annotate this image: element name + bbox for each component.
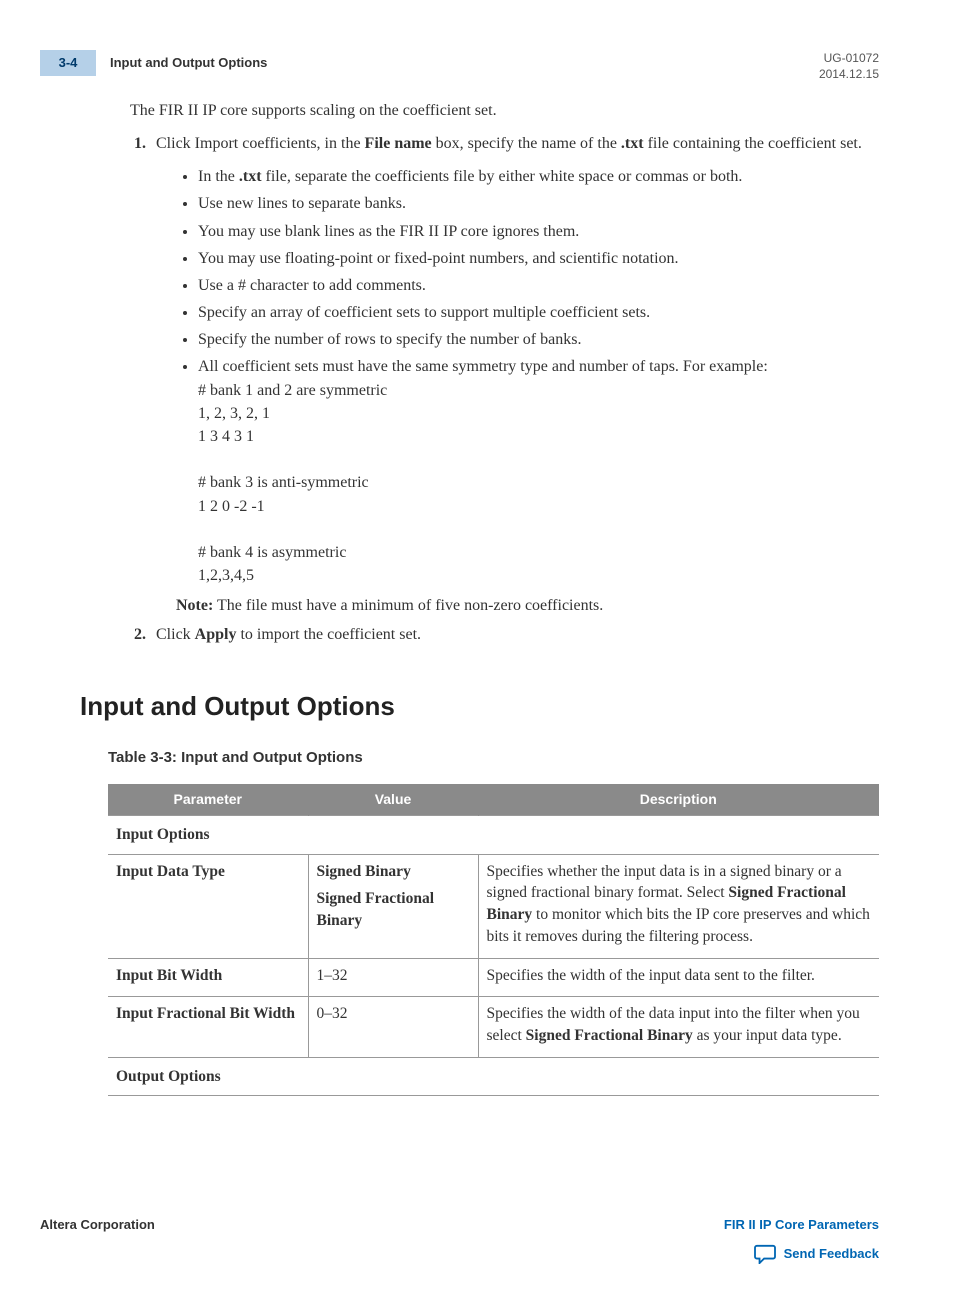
doc-date: 2014.12.15 — [819, 66, 879, 82]
b1-pre: In the — [198, 168, 239, 185]
param-input-bit-width: Input Bit Width — [108, 958, 308, 997]
note-line: Note: The file must have a minimum of fi… — [176, 595, 879, 617]
bullet-3: You may use blank lines as the FIR II IP… — [198, 220, 879, 243]
value-signed-binary: Signed Binary — [317, 861, 470, 883]
bullet-7: Specify the number of rows to specify th… — [198, 328, 879, 351]
value-signed-fractional-binary: Signed Fractional Binary — [317, 888, 470, 931]
bullet-5: Use a # character to add comments. — [198, 274, 879, 297]
group-input-options-label: Input Options — [108, 816, 879, 855]
page-header: 3-4 Input and Output Options UG-01072 20… — [40, 50, 879, 82]
intro-paragraph: The FIR II IP core supports scaling on t… — [130, 100, 879, 122]
chapter-link[interactable]: FIR II IP Core Parameters — [724, 1216, 879, 1234]
note-text: The file must have a minimum of five non… — [217, 597, 603, 614]
group-input-options: Input Options — [108, 816, 879, 855]
feedback-icon[interactable] — [754, 1244, 776, 1264]
b8-code-block-3: # bank 4 is asymmetric 1,2,3,4,5 — [198, 541, 879, 587]
r2-desc-bold: Signed Fractional Binary — [526, 1027, 693, 1044]
b1-post: file, separate the coefficients file by … — [262, 168, 743, 185]
value-input-frac-bit-width: 0–32 — [308, 997, 478, 1057]
table-row: Input Bit Width 1–32 Specifies the width… — [108, 958, 879, 997]
step2-pre: Click — [156, 626, 195, 643]
step-1: Click Import coefficients, in the File n… — [150, 133, 879, 618]
bullet-2: Use new lines to separate banks. — [198, 192, 879, 215]
group-output-options: Output Options — [108, 1057, 879, 1096]
col-value-header: Value — [308, 784, 478, 816]
table-row: Input Data Type Signed Binary Signed Fra… — [108, 854, 879, 958]
page-number-badge: 3-4 — [40, 50, 96, 76]
r2-desc-post: as your input data type. — [693, 1027, 842, 1044]
step2-post: to import the coefficient set. — [236, 626, 421, 643]
b8-lead: All coefficient sets must have the same … — [198, 358, 768, 375]
options-table: Parameter Value Description Input Option… — [108, 784, 879, 1097]
desc-input-bit-width: Specifies the width of the input data se… — [478, 958, 879, 997]
note-label: Note: — [176, 597, 213, 614]
r0-desc-post: to monitor which bits the IP core preser… — [487, 906, 870, 945]
bullet-4: You may use floating-point or fixed-poin… — [198, 247, 879, 270]
bullet-8: All coefficient sets must have the same … — [198, 355, 879, 587]
footer-corp: Altera Corporation — [40, 1216, 155, 1234]
doc-id: UG-01072 — [819, 50, 879, 66]
table-header-row: Parameter Value Description — [108, 784, 879, 816]
step-2: Click Apply to import the coefficient se… — [150, 624, 879, 646]
bullet-6: Specify an array of coefficient sets to … — [198, 301, 879, 324]
table-caption: Table 3-3: Input and Output Options — [108, 747, 879, 768]
b8-code-block-2: # bank 3 is anti-symmetric 1 2 0 -2 -1 — [198, 471, 879, 517]
running-header-title: Input and Output Options — [110, 54, 267, 72]
step1-txt-ext: .txt — [621, 135, 644, 152]
desc-input-frac-bit-width: Specifies the width of the data input in… — [478, 997, 879, 1057]
col-desc-header: Description — [478, 784, 879, 816]
value-input-data-type: Signed Binary Signed Fractional Binary — [308, 854, 478, 958]
step1-text-mid: box, specify the name of the — [432, 135, 621, 152]
step2-apply: Apply — [195, 626, 237, 643]
bullet-1: In the .txt file, separate the coefficie… — [198, 165, 879, 188]
value-input-bit-width: 1–32 — [308, 958, 478, 997]
section-heading: Input and Output Options — [80, 688, 879, 724]
step1-text-post: file containing the coefficient set. — [644, 135, 862, 152]
col-param-header: Parameter — [108, 784, 308, 816]
param-input-data-type: Input Data Type — [108, 854, 308, 958]
page-footer: Altera Corporation FIR II IP Core Parame… — [40, 1216, 879, 1264]
send-feedback-link[interactable]: Send Feedback — [784, 1245, 879, 1263]
param-input-frac-bit-width: Input Fractional Bit Width — [108, 997, 308, 1057]
step1-filename-label: File name — [365, 135, 432, 152]
group-output-options-label: Output Options — [108, 1057, 879, 1096]
table-row: Input Fractional Bit Width 0–32 Specifie… — [108, 997, 879, 1057]
b8-code-block-1: # bank 1 and 2 are symmetric 1, 2, 3, 2,… — [198, 379, 879, 449]
step1-text-pre: Click Import coefficients, in the — [156, 135, 365, 152]
b1-bold: .txt — [239, 168, 262, 185]
desc-input-data-type: Specifies whether the input data is in a… — [478, 854, 879, 958]
